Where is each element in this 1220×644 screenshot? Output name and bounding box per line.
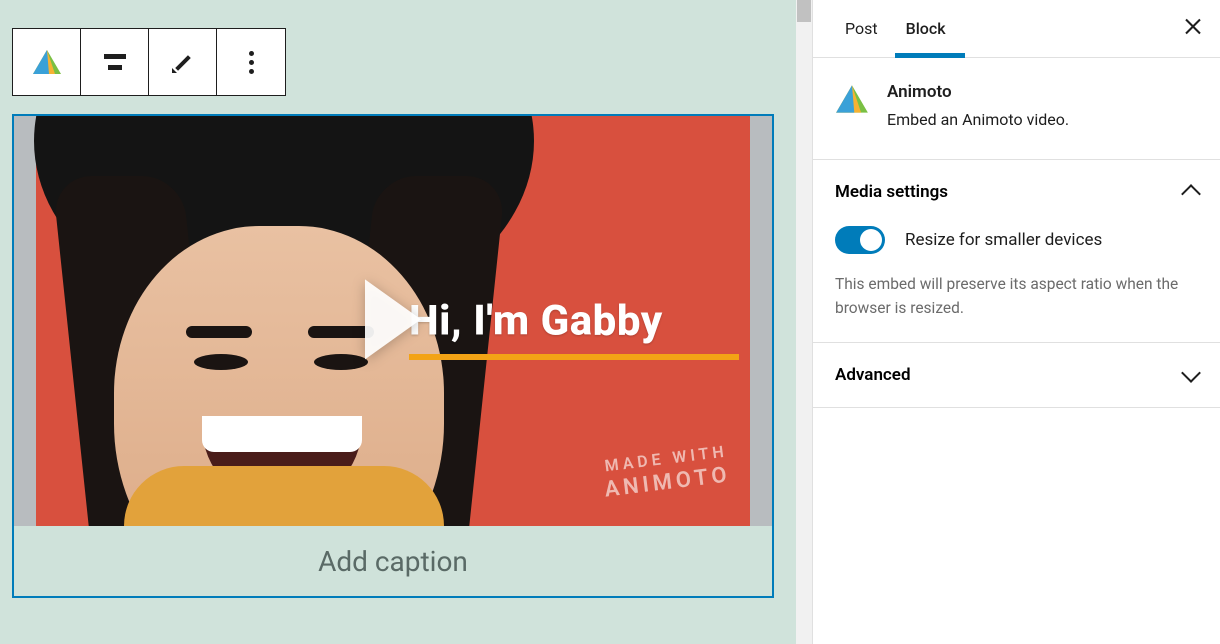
pencil-icon bbox=[172, 51, 194, 73]
panel-toggle-media-settings[interactable]: Media settings bbox=[835, 182, 1198, 202]
play-icon[interactable] bbox=[365, 279, 421, 359]
chevron-up-icon bbox=[1181, 184, 1201, 204]
animoto-icon bbox=[835, 82, 869, 116]
scrollbar[interactable] bbox=[796, 0, 812, 644]
tab-block[interactable]: Block bbox=[892, 0, 960, 57]
close-icon bbox=[1184, 17, 1202, 35]
close-sidebar-button[interactable] bbox=[1184, 17, 1202, 40]
panel-media-settings: Media settings Resize for smaller device… bbox=[813, 160, 1220, 343]
panel-title: Media settings bbox=[835, 182, 948, 202]
more-vertical-icon bbox=[249, 51, 254, 74]
video-overlay-title: Hi, I'm Gabby bbox=[409, 297, 663, 346]
block-toolbar bbox=[12, 28, 286, 96]
resize-toggle[interactable] bbox=[835, 226, 885, 254]
block-card: Animoto Embed an Animoto video. bbox=[813, 58, 1220, 160]
editor-canvas: Hi, I'm Gabby MADE WITH ANIMOTO Add capt… bbox=[0, 0, 812, 644]
settings-sidebar: Post Block Animoto Embed an Animoto vide… bbox=[812, 0, 1220, 644]
animoto-icon bbox=[32, 47, 62, 77]
edit-url-button[interactable] bbox=[149, 29, 217, 95]
align-icon bbox=[104, 51, 126, 73]
caption-input[interactable]: Add caption bbox=[14, 526, 772, 596]
block-type-button[interactable] bbox=[13, 29, 81, 95]
help-text: This embed will preserve its aspect rati… bbox=[835, 272, 1198, 320]
watermark: MADE WITH ANIMOTO bbox=[601, 441, 733, 504]
scrollbar-thumb[interactable] bbox=[797, 0, 811, 22]
tab-post[interactable]: Post bbox=[831, 0, 892, 57]
panel-toggle-advanced[interactable]: Advanced bbox=[835, 365, 1198, 385]
block-name: Animoto bbox=[887, 82, 1069, 102]
sidebar-tabs: Post Block bbox=[813, 0, 1220, 58]
block-description: Embed an Animoto video. bbox=[887, 110, 1069, 129]
toggle-label: Resize for smaller devices bbox=[905, 230, 1102, 250]
embed-block[interactable]: Hi, I'm Gabby MADE WITH ANIMOTO Add capt… bbox=[12, 114, 774, 598]
panel-advanced: Advanced bbox=[813, 343, 1220, 408]
chevron-down-icon bbox=[1181, 363, 1201, 383]
panel-title: Advanced bbox=[835, 365, 911, 385]
video-preview[interactable]: Hi, I'm Gabby MADE WITH ANIMOTO bbox=[14, 116, 772, 526]
more-options-button[interactable] bbox=[217, 29, 285, 95]
align-button[interactable] bbox=[81, 29, 149, 95]
